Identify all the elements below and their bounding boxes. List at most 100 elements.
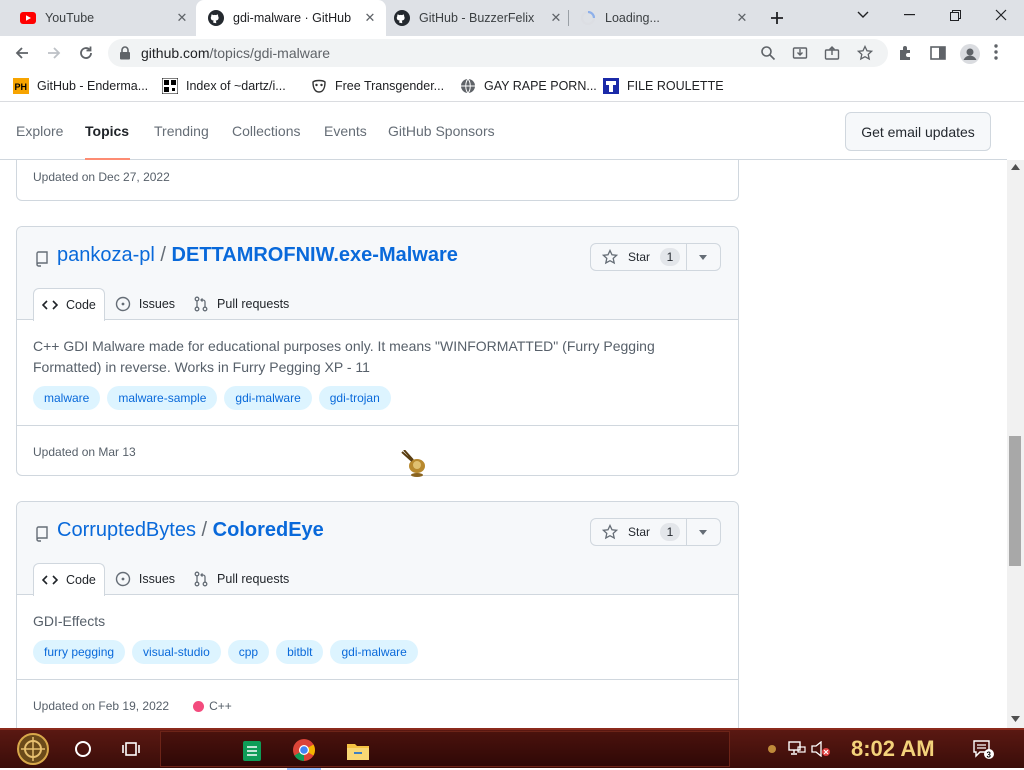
scrollbar-thumb[interactable] <box>1009 436 1021 566</box>
nav-github-sponsors[interactable]: GitHub Sponsors <box>388 123 495 139</box>
page-scrollbar[interactable] <box>1007 160 1024 728</box>
profile-avatar-icon[interactable] <box>960 44 980 64</box>
scroll-up-arrow-icon[interactable] <box>1011 164 1020 170</box>
taskbar-app-sheets[interactable] <box>235 732 269 770</box>
cortana-search-button[interactable] <box>68 730 98 768</box>
repo-name-link[interactable]: DETTAMROFNIW.exe-Malware <box>172 244 458 266</box>
title-slash: / <box>160 244 172 266</box>
repo-card-previous: Updated on Dec 27, 2022 <box>16 160 739 201</box>
repo-icon <box>34 251 50 267</box>
new-tab-button[interactable] <box>762 3 792 33</box>
tab-youtube[interactable]: YouTube ✕ <box>8 0 198 36</box>
pull-request-icon <box>194 296 208 312</box>
install-app-icon[interactable] <box>792 45 808 61</box>
share-icon[interactable] <box>824 45 840 61</box>
topic-tag[interactable]: cpp <box>227 640 270 664</box>
lock-icon[interactable] <box>119 46 131 65</box>
scroll-down-arrow-icon[interactable] <box>1011 716 1020 722</box>
repo-title: CorruptedBytes / ColoredEye <box>57 519 324 542</box>
tab-pull-requests[interactable]: Pull requests <box>185 563 297 595</box>
issue-icon <box>115 296 131 312</box>
topic-tag[interactable]: malware <box>33 386 101 410</box>
nav-trending[interactable]: Trending <box>154 123 209 139</box>
topic-tag[interactable]: malware-sample <box>107 386 218 410</box>
zoom-search-icon[interactable] <box>760 45 776 61</box>
tab-loading[interactable]: Loading... ✕ <box>568 0 758 36</box>
tab-issues[interactable]: Issues <box>107 288 183 320</box>
close-tab-icon[interactable]: ✕ <box>172 8 192 28</box>
browser-toolbar: github.com/topics/gdi-malware <box>0 36 1024 70</box>
repo-owner-link[interactable]: pankoza-pl <box>57 244 155 266</box>
card-divider <box>17 425 738 426</box>
nav-events[interactable]: Events <box>324 123 367 139</box>
bookmark-file-roulette[interactable]: FILE ROULETTE <box>603 77 724 95</box>
bookmark-free-transgender[interactable]: Free Transgender... <box>311 77 444 95</box>
task-view-button[interactable] <box>116 730 146 768</box>
extensions-puzzle-icon[interactable] <box>897 44 915 62</box>
tab-buzzerfelix[interactable]: GitHub - BuzzerFelix ✕ <box>382 0 572 36</box>
repo-card-header: pankoza-pl / DETTAMROFNIW.exe-Malware St… <box>17 227 738 321</box>
tab-code[interactable]: Code <box>33 563 105 596</box>
topic-tag[interactable]: gdi-malware <box>330 640 418 664</box>
minimize-button[interactable] <box>886 0 932 30</box>
nav-topics[interactable]: Topics <box>85 123 129 139</box>
topic-tag[interactable]: visual-studio <box>132 640 221 664</box>
repo-title: pankoza-pl / DETTAMROFNIW.exe-Malware <box>57 244 458 267</box>
taskbar-clock[interactable]: 8:02 AM <box>851 736 935 762</box>
tab-pull-requests[interactable]: Pull requests <box>185 288 297 320</box>
topic-tag[interactable]: bitblt <box>276 640 324 664</box>
repo-card-tabs: Code Issues Pull requests <box>33 563 299 596</box>
close-tab-icon[interactable]: ✕ <box>360 8 380 28</box>
qr-icon <box>161 77 179 95</box>
volume-tray-button[interactable] <box>810 730 832 768</box>
forward-button[interactable] <box>40 39 68 67</box>
get-email-updates-button[interactable]: Get email updates <box>845 112 991 151</box>
star-button[interactable]: Star 1 <box>591 244 687 270</box>
tab-code[interactable]: Code <box>33 288 105 321</box>
browser-tab-strip: YouTube ✕ gdi-malware · GitHub ✕ GitHub … <box>0 0 1024 36</box>
star-button[interactable]: Star 1 <box>591 519 687 545</box>
github-icon <box>208 10 224 26</box>
taskbar-app-chrome[interactable] <box>287 732 321 770</box>
star-list-dropdown[interactable] <box>686 244 720 270</box>
side-panel-icon[interactable] <box>929 44 947 62</box>
tab-gdi-malware[interactable]: gdi-malware · GitHub ✕ <box>196 0 386 36</box>
star-list-dropdown[interactable] <box>686 519 720 545</box>
start-button[interactable] <box>6 730 60 768</box>
back-button[interactable] <box>8 39 36 67</box>
pull-request-icon <box>194 571 208 587</box>
close-tab-icon[interactable]: ✕ <box>546 8 566 28</box>
repo-name-link[interactable]: ColoredEye <box>213 519 324 541</box>
close-tab-icon[interactable]: ✕ <box>732 8 752 28</box>
restore-button[interactable] <box>932 0 978 30</box>
repo-card-tabs: Code Issues Pull requests <box>33 288 299 321</box>
windows-taskbar: 8:02 AM 3 <box>0 728 1024 770</box>
network-tray-button[interactable] <box>786 730 808 768</box>
bookmark-star-icon[interactable] <box>856 44 874 61</box>
address-bar[interactable]: github.com/topics/gdi-malware <box>108 39 888 67</box>
chrome-menu-icon[interactable] <box>994 44 1006 62</box>
topic-tag[interactable]: gdi-malware <box>224 386 312 410</box>
bookmark-label: Index of ~dartz/i... <box>186 79 286 93</box>
show-hidden-icons[interactable] <box>765 730 779 768</box>
topic-tag[interactable]: furry pegging <box>33 640 126 664</box>
bookmark-globe-site[interactable]: GAY RAPE PORN... <box>460 77 597 95</box>
svg-text:PH: PH <box>15 82 28 92</box>
repo-owner-link[interactable]: CorruptedBytes <box>57 519 196 541</box>
bookmark-github-enderman[interactable]: PH GitHub - Enderma... <box>13 77 148 95</box>
star-button-group: Star 1 <box>590 518 721 546</box>
close-window-button[interactable] <box>978 0 1024 30</box>
url-path: /topics/gdi-malware <box>209 45 331 61</box>
taskbar-app-explorer[interactable] <box>341 732 375 770</box>
topic-tag[interactable]: gdi-trojan <box>318 386 391 410</box>
action-center-button[interactable]: 3 <box>970 730 996 768</box>
tab-search-icon[interactable] <box>840 0 886 30</box>
bookmark-index-dartz[interactable]: Index of ~dartz/i... <box>161 77 286 95</box>
reload-button[interactable] <box>72 39 100 67</box>
roulette-icon <box>603 78 619 94</box>
tab-issues[interactable]: Issues <box>107 563 183 595</box>
mask-icon <box>311 78 327 94</box>
caret-down-icon <box>699 254 707 260</box>
nav-explore[interactable]: Explore <box>16 123 63 139</box>
nav-collections[interactable]: Collections <box>232 123 300 139</box>
